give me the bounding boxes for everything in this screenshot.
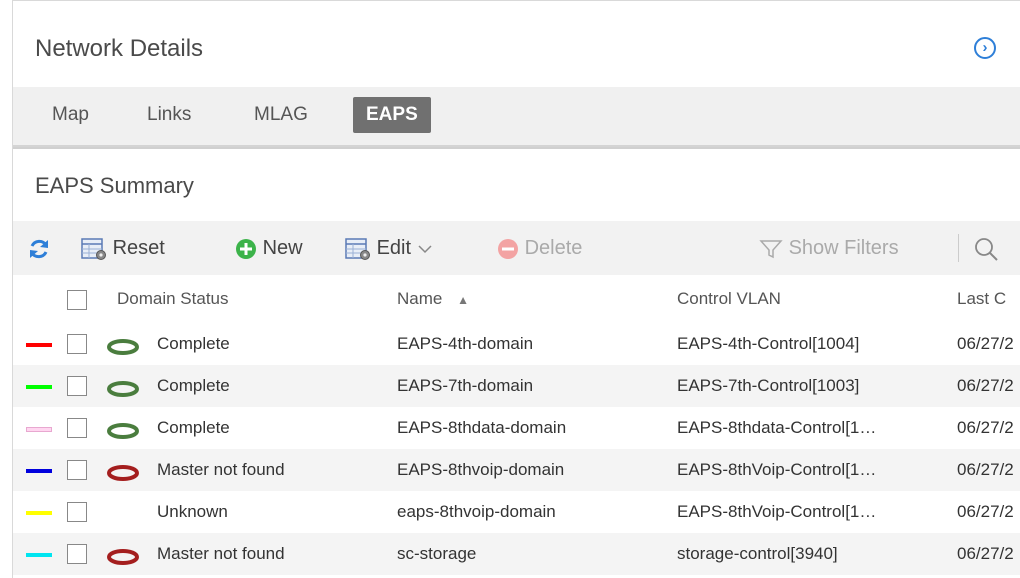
row-checkbox[interactable] xyxy=(67,376,87,396)
green-ring-icon xyxy=(107,339,139,355)
reset-label: Reset xyxy=(112,237,165,259)
domain-color-swatch xyxy=(26,469,52,473)
sort-ascending-icon: ▲ xyxy=(457,293,469,307)
name-cell: EAPS-8thvoip-domain xyxy=(397,460,565,479)
row-checkbox[interactable] xyxy=(67,460,87,480)
control-vlan-cell: EAPS-8thdata-Control[1… xyxy=(677,418,877,437)
domain-color-swatch xyxy=(26,511,52,515)
name-cell: eaps-8thvoip-domain xyxy=(397,502,556,521)
select-all-checkbox[interactable] xyxy=(67,290,87,310)
last-changed-cell: 06/27/2 xyxy=(957,376,1014,395)
eaps-summary-section: EAPS Summary Reset New Edit Delete Show … xyxy=(13,147,1020,578)
new-label: New xyxy=(262,237,303,259)
filter-icon xyxy=(759,239,783,258)
table-header: Domain Status Name ▲ Control VLAN Last C xyxy=(13,275,1020,323)
name-cell: EAPS-4th-domain xyxy=(397,334,534,353)
table-gear-icon xyxy=(81,237,106,260)
chevron-down-icon xyxy=(418,245,432,253)
reset-button[interactable]: Reset xyxy=(81,221,165,275)
green-ring-icon xyxy=(107,423,139,439)
column-name[interactable]: Name ▲ xyxy=(397,289,469,309)
refresh-button[interactable] xyxy=(27,221,51,275)
control-vlan-cell: EAPS-8thVoip-Control[1… xyxy=(677,502,877,521)
domain-color-swatch xyxy=(26,553,52,557)
control-vlan-cell: EAPS-7th-Control[1003] xyxy=(677,376,860,395)
refresh-icon xyxy=(30,239,48,258)
table-row[interactable]: Master not found EAPS-8thvoip-domain EAPS-… xyxy=(13,449,1020,491)
delete-button[interactable]: Delete xyxy=(497,221,582,275)
control-vlan-cell: EAPS-4th-Control[1004] xyxy=(677,334,860,353)
domain-color-swatch xyxy=(26,385,52,389)
domain-color-swatch xyxy=(26,427,52,432)
tab-bar: Map Links MLAG EAPS xyxy=(13,87,1020,147)
table-row[interactable]: Complete EAPS-7th-domain EAPS-7th-Control[… xyxy=(13,365,1020,407)
panel-title: Network Details xyxy=(35,35,204,62)
red-ring-icon xyxy=(107,549,139,565)
tab-mlag[interactable]: MLAG xyxy=(241,97,321,133)
summary-title: EAPS Summary xyxy=(35,173,194,198)
domain-status-cell: Complete xyxy=(157,418,230,437)
red-ring-icon xyxy=(107,465,139,481)
table-row[interactable]: Complete EAPS-8thdata-domain EAPS-8thdata-… xyxy=(13,407,1020,449)
last-changed-cell: 06/27/2 xyxy=(957,502,1014,521)
new-button[interactable]: New xyxy=(235,221,303,275)
table-row[interactable]: Complete EAPS-4th-domain EAPS-4th-Control[… xyxy=(13,323,1020,365)
column-control-vlan[interactable]: Control VLAN xyxy=(677,289,781,309)
tab-map[interactable]: Map xyxy=(39,97,102,133)
control-vlan-cell: storage-control[3940] xyxy=(677,544,838,563)
edit-label: Edit xyxy=(376,237,412,259)
last-changed-cell: 06/27/2 xyxy=(957,418,1014,437)
green-ring-icon xyxy=(107,381,139,397)
table-row[interactable]: Master not found sc-storage storage-contro… xyxy=(13,533,1020,575)
search-icon xyxy=(975,237,998,261)
row-checkbox[interactable] xyxy=(67,334,87,354)
column-name-label: Name xyxy=(397,289,443,308)
domain-status-cell: Unknown xyxy=(157,502,228,521)
remove-icon xyxy=(498,238,518,259)
chevron-right-icon: › xyxy=(982,39,988,56)
edit-button[interactable]: Edit xyxy=(345,221,433,275)
tab-links[interactable]: Links xyxy=(134,97,204,133)
last-changed-cell: 06/27/2 xyxy=(957,460,1014,479)
domain-status-cell: Master not found xyxy=(157,460,285,479)
table-row[interactable]: Unknown eaps-8thvoip-domain EAPS-8thVoip-C… xyxy=(13,491,1020,533)
column-last-changed[interactable]: Last C xyxy=(957,289,1006,309)
last-changed-cell: 06/27/2 xyxy=(957,544,1014,563)
control-vlan-cell: EAPS-8thVoip-Control[1… xyxy=(677,460,877,479)
name-cell: sc-storage xyxy=(397,544,477,563)
toolbar-divider xyxy=(958,234,959,262)
domain-color-swatch xyxy=(26,343,52,347)
row-checkbox[interactable] xyxy=(67,502,87,522)
delete-label: Delete xyxy=(524,237,583,259)
domain-status-cell: Complete xyxy=(157,334,230,353)
show-filters-button[interactable]: Show Filters xyxy=(759,221,899,275)
tab-eaps[interactable]: EAPS xyxy=(353,97,431,133)
add-icon xyxy=(236,238,256,259)
domain-status-cell: Master not found xyxy=(157,544,285,563)
toolbar: Reset New Edit Delete Show Filters xyxy=(13,221,1020,275)
column-domain-status[interactable]: Domain Status xyxy=(117,289,229,309)
show-filters-label: Show Filters xyxy=(788,237,899,259)
table-gear-icon xyxy=(345,237,370,260)
last-changed-cell: 06/27/2 xyxy=(957,334,1014,353)
network-details-panel: Network Details › Map Links MLAG EAPS EA… xyxy=(12,0,1020,578)
name-cell: EAPS-8thdata-domain xyxy=(397,418,567,437)
domain-status-cell: Complete xyxy=(157,376,230,395)
search-button[interactable] xyxy=(973,221,999,275)
row-checkbox[interactable] xyxy=(67,544,87,564)
collapse-panel-button[interactable]: › xyxy=(974,37,996,59)
panel-header: Network Details › xyxy=(13,1,1020,87)
name-cell: EAPS-7th-domain xyxy=(397,376,534,395)
row-checkbox[interactable] xyxy=(67,418,87,438)
